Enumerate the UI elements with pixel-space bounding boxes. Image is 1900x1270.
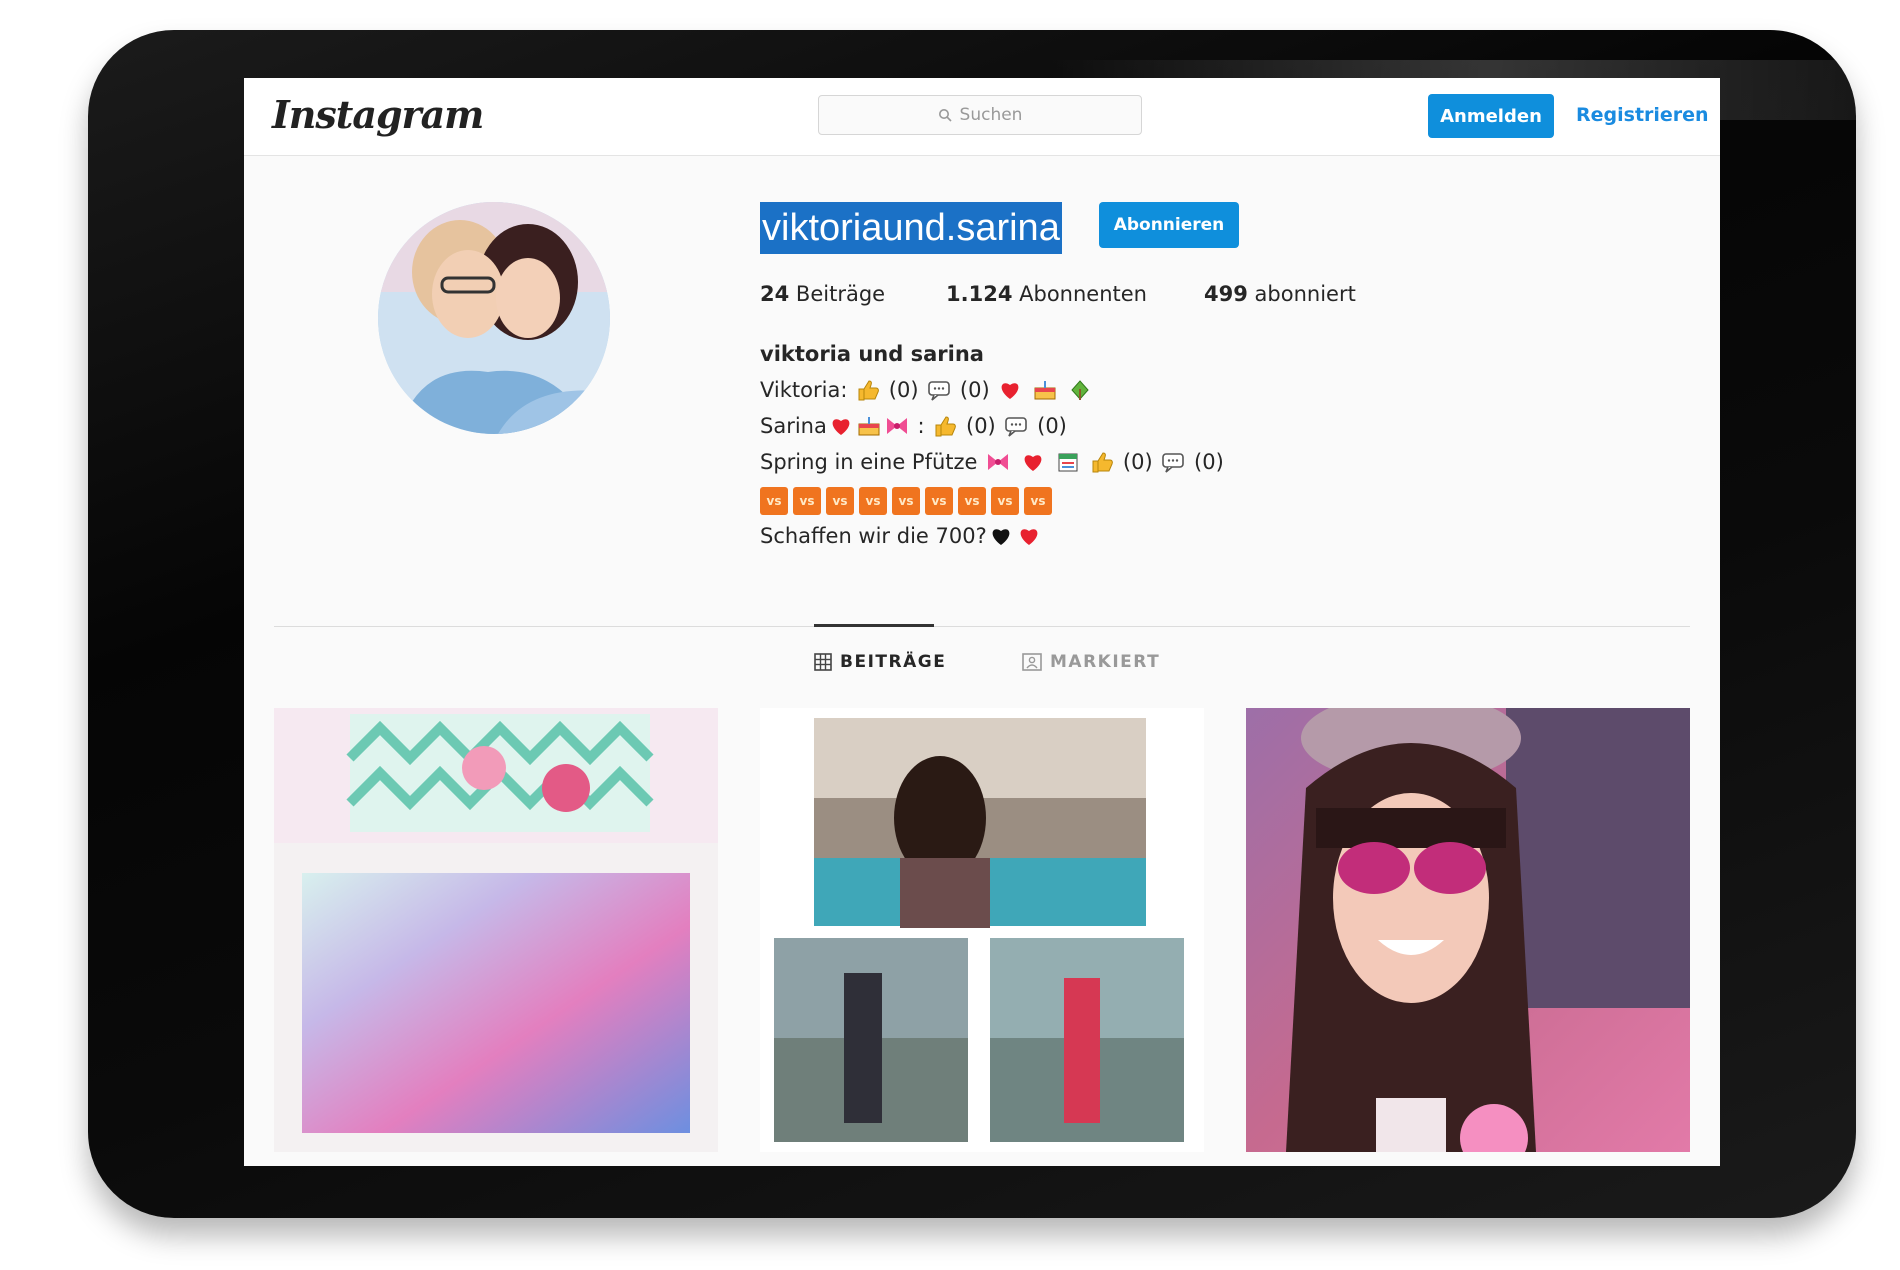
birthday-cake-icon [858,417,880,436]
profile-username: viktoriaund.sarina [760,202,1062,254]
bio-colon: : [917,414,925,438]
post-image-collage [760,708,1204,1152]
profile-avatar[interactable] [378,202,610,434]
bio-comment-count: (0) [959,378,990,402]
bio-line5-text: Schaffen wir die 700? [760,524,987,548]
heart-icon [1024,455,1042,471]
heart-icon [1020,529,1038,545]
search-placeholder: Suchen [959,105,1023,125]
bio-name: viktoria und sarina [760,342,984,366]
vs-badge: vs [892,487,920,515]
active-tab-indicator [814,624,934,627]
ribbon-icon [886,418,907,434]
bio-line-sarina: Sarina : (0) (0) [760,414,1067,438]
calendar-icon [1058,453,1078,472]
vs-badge: vs [1024,487,1052,515]
post-image-watercolor [274,708,718,1152]
bio-line2-text: Sarina [760,414,827,438]
posts-label: Beiträge [795,282,886,306]
following-label: abonniert [1254,282,1356,306]
bio-comment-count: (0) [1037,414,1067,438]
tag-icon [1022,653,1042,671]
instagram-screen: Instagram Suchen Anmelden Registrieren v… [244,78,1720,1166]
following-stat[interactable]: 499 abonniert [1204,282,1356,306]
grid-icon [814,653,832,671]
vs-badge: vs [826,487,854,515]
cactus-icon [1071,380,1089,400]
followers-stat[interactable]: 1.124 Abonnenten [946,282,1147,306]
followers-label: Abonnenten [1019,282,1147,306]
search-input[interactable]: Suchen [818,95,1142,135]
comment-icon [1162,453,1185,473]
comment-icon [1005,417,1028,437]
vs-badge: vs [925,487,953,515]
bio-line-vs-badges: vs vs vs vs vs vs vs vs vs [760,486,1057,515]
bio-like-count: (0) [1122,450,1153,474]
login-button[interactable]: Anmelden [1428,94,1554,138]
post-thumbnail[interactable] [1246,708,1690,1152]
bio-line1-text: Viktoria: [760,378,848,402]
tab-posts[interactable]: BEITRÄGE [814,652,946,672]
followers-count: 1.124 [946,282,1013,306]
following-count: 499 [1204,282,1248,306]
birthday-cake-icon [1034,381,1056,400]
tabs-divider [274,626,1690,627]
bio-line-spring: Spring in eine Pfütze (0) (0) [760,450,1224,474]
bio-like-count: (0) [966,414,996,438]
thumbs-up-icon [858,380,879,401]
bio-comment-count: (0) [1194,450,1224,474]
tab-posts-label: BEITRÄGE [840,652,947,672]
tab-tagged[interactable]: MARKIERT [1022,652,1160,672]
search-icon [938,109,952,122]
heart-icon [1001,383,1019,399]
bio-line-viktoria: Viktoria: (0) (0) [760,378,1094,402]
bio-line-goal: Schaffen wir die 700? [760,524,1043,548]
vs-badge: vs [991,487,1019,515]
post-thumbnail[interactable] [274,708,718,1152]
post-thumbnail[interactable] [760,708,1204,1152]
bio-line3-text: Spring in eine Pfütze [760,450,978,474]
avatar-photo [378,202,610,434]
bio-like-count: (0) [888,378,919,402]
vs-badge: vs [859,487,887,515]
tab-tagged-label: MARKIERT [1050,652,1161,672]
top-navbar: Instagram Suchen Anmelden Registrieren [244,78,1720,156]
follow-button[interactable]: Abonnieren [1099,202,1239,248]
heart-icon [832,419,850,435]
register-link[interactable]: Registrieren [1576,104,1709,126]
black-heart-icon [992,529,1010,545]
thumbs-up-icon [1092,452,1114,473]
posts-stat: 24 Beiträge [760,282,885,306]
vs-badge: vs [958,487,986,515]
posts-count: 24 [760,282,790,306]
comment-icon [928,381,951,401]
vs-badge: vs [793,487,821,515]
vs-badge: vs [760,487,788,515]
instagram-logo[interactable]: Instagram [272,92,484,137]
ribbon-icon [988,454,1009,470]
post-image-selfie [1246,708,1690,1152]
thumbs-up-icon [935,416,957,437]
